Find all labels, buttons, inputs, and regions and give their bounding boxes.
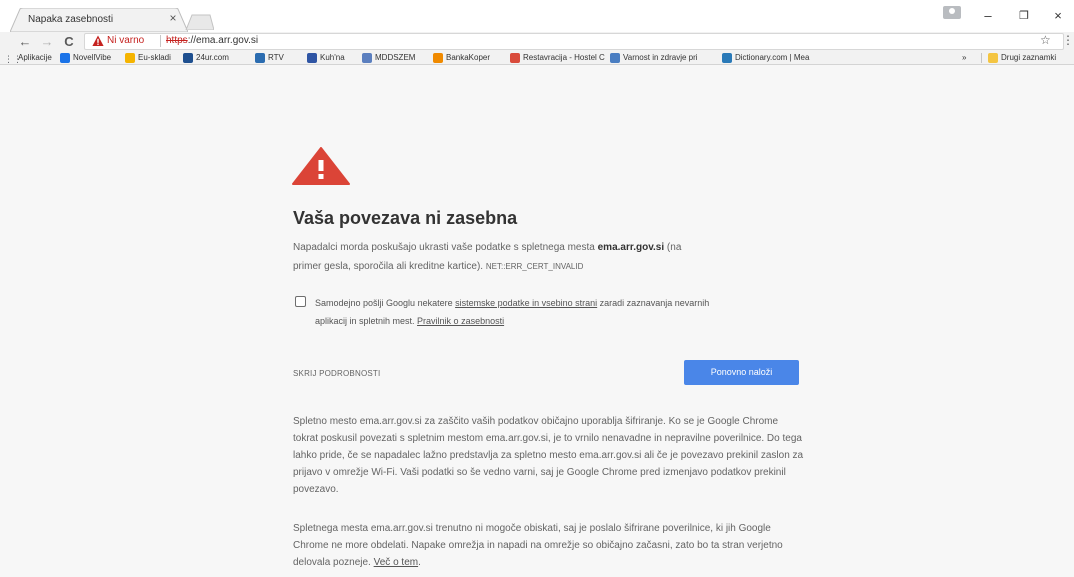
back-icon[interactable]: ←: [16, 32, 34, 51]
dictionary-icon: [722, 53, 732, 63]
hide-details-button[interactable]: SKRIJ PODROBNOSTI: [293, 369, 380, 378]
intro-site: ema.arr.gov.si: [597, 242, 665, 253]
intro-line2: primer gesla, sporočila ali kreditne kar…: [293, 261, 486, 272]
bookmark-item[interactable]: RTV: [255, 52, 284, 64]
folder-icon: [988, 53, 998, 63]
forward-icon[interactable]: →: [38, 32, 56, 51]
bookmark-label: Varnost in zdravje pri: [623, 53, 698, 62]
apps-icon: ⋮⋮: [4, 54, 22, 64]
details-paragraph-1: Spletno mesto ema.arr.gov.si za zaščito …: [293, 416, 804, 495]
other-bookmarks-folder[interactable]: Drugi zaznamki: [988, 52, 1056, 64]
bookmark-item[interactable]: BankaKoper: [433, 52, 490, 64]
tab-title: Napaka zasebnosti: [28, 14, 114, 25]
tab-close-icon[interactable]: ×: [166, 11, 180, 25]
bookmark-item[interactable]: MDDSZEM: [362, 52, 415, 64]
checkbox-text-3: aplikacij in spletnih mest.: [315, 316, 418, 326]
privacy-policy-link[interactable]: Pravilnik o zasebnosti: [417, 316, 504, 326]
bookmark-label: Dictionary.com | Mea: [735, 53, 810, 62]
bookmark-label: RTV: [268, 53, 284, 62]
address-separator: [160, 35, 161, 47]
bookmark-item[interactable]: Restavracija - Hostel C: [510, 52, 605, 64]
intro-before: Napadalci morda poskušajo ukrasti vaše p…: [293, 242, 598, 253]
kuhna-icon: [307, 53, 317, 63]
not-secure-warning-icon[interactable]: [92, 35, 104, 47]
bookmarks-overflow-button[interactable]: »: [962, 52, 966, 64]
varnost-icon: [610, 53, 620, 63]
details-period: .: [418, 557, 421, 568]
page-title: Vaša povezava ni zasebna: [293, 208, 518, 228]
bookmark-item[interactable]: Varnost in zdravje pri: [610, 52, 698, 64]
other-bookmarks-label: Drugi zaznamki: [1001, 53, 1057, 62]
bookmark-label: BankaKoper: [446, 53, 491, 62]
minimize-button[interactable]: –: [974, 8, 1002, 24]
bookmark-label: Restavracija - Hostel C: [523, 53, 605, 62]
system-data-link[interactable]: sistemske podatke in vsebino strani: [455, 298, 597, 308]
bookmark-label: Kuh'na: [320, 53, 345, 62]
not-secure-label[interactable]: Ni varno: [107, 35, 144, 46]
close-window-button[interactable]: ×: [1044, 8, 1072, 24]
restavracija-icon: [510, 53, 520, 63]
novellvibe-icon: [60, 53, 70, 63]
intro-text: Napadalci morda poskušajo ukrasti vaše p…: [293, 238, 681, 276]
bookmark-label: NovellVibe: [73, 53, 112, 62]
intro-after: (na: [664, 242, 682, 253]
url-host: ://ema.arr.gov.si: [187, 35, 259, 46]
mddszem-icon: [362, 53, 372, 63]
bookmark-label: 24ur.com: [196, 53, 229, 62]
learn-more-link[interactable]: Več o tem: [374, 557, 418, 568]
bookmark-item[interactable]: NovellVibe: [60, 52, 111, 64]
bookmark-item[interactable]: ⋮⋮ Aplikacije: [4, 52, 52, 64]
url-scheme: https: [166, 35, 188, 46]
checkbox-text-1: Samodejno pošlji Googlu nekatere: [315, 298, 456, 308]
bookmark-star-icon[interactable]: ☆: [1040, 33, 1051, 47]
24ur-icon: [183, 53, 193, 63]
url-text[interactable]: https://ema.arr.gov.si: [166, 35, 258, 46]
bookmark-label: MDDSZEM: [375, 53, 416, 62]
rtv-icon: [255, 53, 265, 63]
error-code: NET::ERR_CERT_INVALID: [485, 262, 584, 271]
warning-triangle-icon: [292, 147, 350, 185]
bookmark-label: Eu-skladi: [138, 53, 171, 62]
bankakoper-icon: [433, 53, 443, 63]
bookmark-item[interactable]: 24ur.com: [183, 52, 229, 64]
bookmark-item[interactable]: Dictionary.com | Mea: [722, 52, 809, 64]
new-tab-button[interactable]: [184, 14, 214, 30]
checkbox-text-2: zaradi zaznavanja nevarnih: [597, 298, 710, 308]
eu-skladi-icon: [125, 53, 135, 63]
bookmark-item[interactable]: Kuh'na: [307, 52, 345, 64]
report-checkbox[interactable]: [295, 296, 306, 307]
reload-icon[interactable]: C: [60, 32, 78, 51]
details-paragraph-2-text: Spletnega mesta ema.arr.gov.si trenutno …: [293, 523, 783, 568]
bookmark-item[interactable]: Eu-skladi: [125, 52, 171, 64]
details-paragraph-2: Spletnega mesta ema.arr.gov.si trenutno …: [293, 520, 805, 571]
bookmark-label: Aplikacije: [18, 53, 52, 62]
bookmarks-separator: [981, 53, 982, 63]
restore-button[interactable]: ❐: [1010, 8, 1038, 24]
profile-icon[interactable]: [943, 6, 961, 19]
reload-button[interactable]: Ponovno naloži: [684, 360, 799, 385]
chrome-menu-icon[interactable]: ⋮: [1062, 33, 1074, 47]
checkbox-label: Samodejno pošlji Googlu nekatere sistems…: [315, 294, 815, 330]
